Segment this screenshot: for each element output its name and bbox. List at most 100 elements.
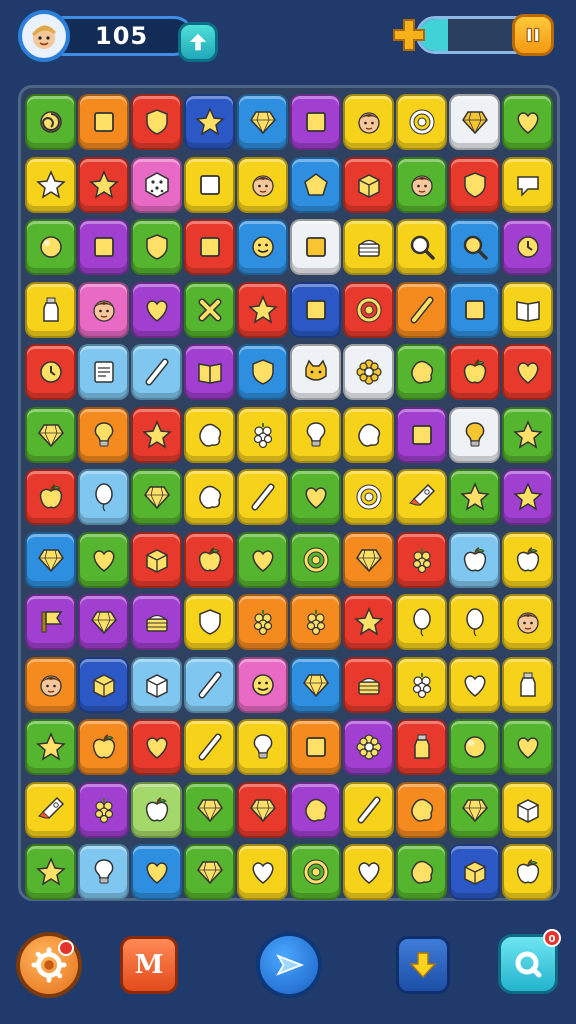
tile-orange-square[interactable]	[290, 719, 341, 775]
tile-yellow-ring[interactable]	[343, 469, 394, 525]
tile-yellow-shield[interactable]	[184, 594, 235, 650]
tile-white-gem[interactable]	[449, 94, 500, 150]
tile-white-bulb[interactable]	[449, 406, 500, 463]
tile-green-ring[interactable]	[290, 844, 341, 900]
tile-red-heart[interactable]	[131, 719, 182, 775]
tile-purple-square[interactable]	[396, 406, 447, 463]
tile-green-gem[interactable]	[131, 469, 182, 525]
tile-orange-grape[interactable]	[237, 594, 288, 650]
tile-red-ring[interactable]	[343, 281, 394, 338]
tile-orange-apple[interactable]	[78, 719, 129, 775]
tile-yellow-book[interactable]	[502, 281, 553, 338]
tile-green-star[interactable]	[25, 719, 76, 775]
pause-button[interactable]	[512, 14, 554, 56]
tile-red-shield[interactable]	[449, 156, 500, 213]
tile-yellow-grape[interactable]	[396, 656, 447, 713]
tile-red-apple[interactable]	[184, 531, 235, 588]
tile-yellow-rocket[interactable]	[25, 781, 76, 838]
tile-green-blob[interactable]	[396, 344, 447, 400]
tile-yellow-heart[interactable]	[237, 844, 288, 900]
tile-red-star[interactable]	[237, 281, 288, 338]
tile-green-gem[interactable]	[184, 781, 235, 838]
tile-red-apple[interactable]	[449, 344, 500, 400]
tile-blue-magnifier[interactable]	[449, 219, 500, 275]
tile-yellow-stick[interactable]	[343, 781, 394, 838]
tile-yellow-face[interactable]	[237, 156, 288, 213]
add-energy-button[interactable]	[392, 18, 426, 52]
tile-yellow-star[interactable]	[25, 156, 76, 213]
tile-yellow-balloon[interactable]	[396, 594, 447, 650]
tile-white-cat[interactable]	[290, 344, 341, 400]
tile-green-heart[interactable]	[290, 469, 341, 525]
tile-green-star[interactable]	[502, 406, 553, 463]
tile-green-heart[interactable]	[78, 531, 129, 588]
tile-yellow-stick[interactable]	[184, 719, 235, 775]
tile-white-flower[interactable]	[343, 344, 394, 400]
tile-purple-clock[interactable]	[502, 219, 553, 275]
tile-green-heart[interactable]	[237, 531, 288, 588]
tile-yellow-bulb[interactable]	[290, 406, 341, 463]
tile-red-grape[interactable]	[396, 531, 447, 588]
tile-blue-pentagon[interactable]	[290, 156, 341, 213]
download-button[interactable]	[396, 936, 450, 994]
tile-blue-gem[interactable]	[237, 94, 288, 150]
settings-button[interactable]	[16, 932, 82, 998]
tile-yellow-blob[interactable]	[184, 469, 235, 525]
tile-purple-heart[interactable]	[131, 281, 182, 338]
tile-pink-face[interactable]	[78, 281, 129, 338]
tile-green-heart[interactable]	[502, 719, 553, 775]
tile-red-shield[interactable]	[131, 94, 182, 150]
tile-yellow-apple[interactable]	[502, 844, 553, 900]
tile-yellow-blob[interactable]	[184, 406, 235, 463]
tile-yellow-box[interactable]	[502, 781, 553, 838]
tile-green-cross[interactable]	[184, 281, 235, 338]
tile-yellow-apple[interactable]	[502, 531, 553, 588]
tile-pink-dice[interactable]	[131, 156, 182, 213]
tile-yellow-square[interactable]	[184, 156, 235, 213]
tile-red-cake[interactable]	[343, 656, 394, 713]
tile-orange-gem[interactable]	[343, 531, 394, 588]
tile-lightblue-box[interactable]	[131, 656, 182, 713]
tile-green-star[interactable]	[449, 469, 500, 525]
tile-purple-square[interactable]	[290, 94, 341, 150]
tile-yellow-heart[interactable]	[449, 656, 500, 713]
tile-green-heart[interactable]	[502, 94, 553, 150]
tile-lightblue-balloon[interactable]	[78, 469, 129, 525]
tile-green-ball[interactable]	[449, 719, 500, 775]
search-button[interactable]: 0	[498, 929, 561, 994]
tile-blue-heart[interactable]	[131, 844, 182, 900]
tile-yellow-grape[interactable]	[237, 406, 288, 463]
tile-orange-face[interactable]	[25, 656, 76, 713]
tile-darkblue-box[interactable]	[78, 656, 129, 713]
tile-purple-grape[interactable]	[78, 781, 129, 838]
tile-yellow-face[interactable]	[343, 94, 394, 150]
tile-red-clock[interactable]	[25, 344, 76, 400]
tile-lightgreen-apple[interactable]	[131, 781, 182, 838]
tile-red-square[interactable]	[184, 219, 235, 275]
tile-orange-bulb[interactable]	[78, 406, 129, 463]
tile-yellow-bottle[interactable]	[25, 281, 76, 338]
tile-red-box[interactable]	[131, 531, 182, 588]
tile-white-square[interactable]	[290, 219, 341, 275]
tile-green-shield[interactable]	[131, 219, 182, 275]
tile-green-swirl[interactable]	[25, 94, 76, 150]
tile-green-gem[interactable]	[449, 781, 500, 838]
tile-orange-grape[interactable]	[290, 594, 341, 650]
tile-yellow-cake[interactable]	[343, 219, 394, 275]
tile-yellow-stick[interactable]	[237, 469, 288, 525]
tile-blue-gem[interactable]	[25, 531, 76, 588]
tile-blue-smiley[interactable]	[237, 219, 288, 275]
tile-purple-flag[interactable]	[25, 594, 76, 650]
tile-green-ring[interactable]	[290, 531, 341, 588]
tile-purple-blob[interactable]	[290, 781, 341, 838]
tile-blue-shield[interactable]	[237, 344, 288, 400]
player-avatar[interactable]	[18, 10, 70, 62]
tile-yellow-blob[interactable]	[343, 406, 394, 463]
add-currency-button[interactable]	[178, 22, 218, 62]
tile-yellow-bubble[interactable]	[502, 156, 553, 213]
tile-green-ball[interactable]	[25, 219, 76, 275]
tile-pink-smiley[interactable]	[237, 656, 288, 713]
tile-red-bottle[interactable]	[396, 719, 447, 775]
tile-red-star[interactable]	[78, 156, 129, 213]
tile-red-gem[interactable]	[237, 781, 288, 838]
